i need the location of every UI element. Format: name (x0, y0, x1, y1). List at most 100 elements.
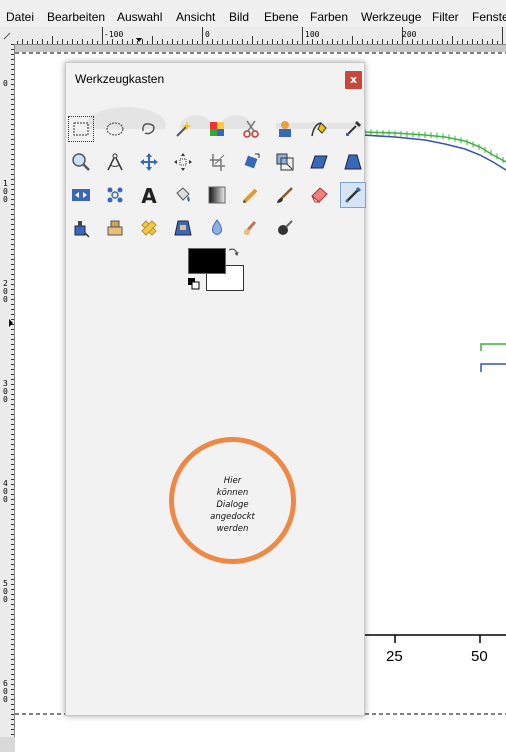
tool-eraser-button[interactable] (306, 182, 332, 208)
tool-measure-button[interactable] (102, 149, 128, 175)
fuzzy-select-icon (176, 121, 192, 137)
vruler-label: 6 0 0 (3, 679, 8, 704)
tool-align-button[interactable] (170, 149, 196, 175)
dock-hint-text: angedockt (210, 512, 255, 522)
toolbox-panel[interactable]: Werkzeugkasten x A Hier können Dialoge a… (65, 62, 366, 716)
menu-bild[interactable]: Bild (229, 10, 249, 24)
color-picker-icon (346, 121, 361, 136)
tool-airbrush-button[interactable] (340, 182, 366, 208)
rotate-icon (244, 153, 260, 169)
vruler-label: 1 0 0 (3, 179, 8, 204)
cage-transform-icon (107, 187, 123, 203)
shear-icon (310, 155, 328, 169)
tool-zoom-button[interactable] (68, 149, 94, 175)
vruler-label: 5 0 0 (3, 579, 8, 604)
bucket-fill-icon (176, 187, 190, 202)
tool-clone-button[interactable] (102, 215, 128, 241)
tool-scale-button[interactable] (272, 149, 298, 175)
hruler-label: 0 (205, 30, 210, 39)
dock-hint-text: Hier (223, 476, 242, 486)
dock-hint-circle: Hier können Dialoge angedockt werden (169, 437, 296, 564)
tool-smudge-button[interactable] (238, 215, 264, 241)
tool-shear-button[interactable] (306, 149, 332, 175)
menu-auswahl[interactable]: Auswahl (117, 10, 162, 24)
tool-rotate-button[interactable] (238, 149, 264, 175)
move-icon (140, 153, 158, 171)
tool-blur-button[interactable] (204, 215, 230, 241)
scale-icon (276, 153, 294, 171)
tool-foreground-select-button[interactable] (272, 116, 298, 142)
align-icon (174, 153, 192, 171)
tool-paths-button[interactable] (306, 116, 332, 142)
vruler-label: 0 (3, 79, 8, 88)
measure-icon (107, 153, 123, 171)
ruler-corner-button[interactable] (0, 27, 15, 45)
x-tick-label: 50 (471, 648, 488, 665)
menubar: Datei Bearbeiten Auswahl Ansicht Bild Eb… (0, 0, 506, 27)
default-colors-icon[interactable] (187, 277, 201, 291)
close-icon[interactable]: x (345, 71, 362, 89)
tool-move-button[interactable] (136, 149, 162, 175)
ellipse-select-icon (106, 122, 124, 136)
x-tick-label: 25 (386, 648, 403, 665)
tool-pencil-button[interactable] (238, 182, 264, 208)
tool-crop-button[interactable] (204, 149, 230, 175)
tool-text-button[interactable]: A (136, 182, 162, 208)
menu-werkzeuge[interactable]: Werkzeuge (361, 10, 421, 24)
tool-fuzzy-select-button[interactable] (170, 116, 196, 142)
tool-free-select-button[interactable] (136, 116, 162, 142)
scissors-select-icon (243, 120, 259, 138)
tool-paintbrush-button[interactable] (272, 182, 298, 208)
perspective-clone-icon (174, 220, 192, 236)
tool-perspective-clone-button[interactable] (170, 215, 196, 241)
tool-color-select-button[interactable] (204, 116, 230, 142)
menu-ebene[interactable]: Ebene (264, 10, 299, 24)
menu-fenster[interactable]: Fenste (472, 10, 506, 24)
heal-icon (141, 220, 157, 236)
blur-icon (212, 219, 222, 235)
free-select-icon (142, 123, 155, 135)
toolbox-title: Werkzeugkasten (75, 72, 165, 86)
tool-dodge-burn-button[interactable] (272, 215, 298, 241)
horizontal-ruler[interactable]: -100 0 100 200 (2, 27, 506, 45)
rect-select-icon (73, 122, 89, 136)
tool-bucket-fill-button[interactable] (170, 182, 196, 208)
tool-perspective-button[interactable] (340, 149, 366, 175)
hruler-label: 200 (402, 30, 417, 39)
eraser-icon (311, 187, 328, 203)
tool-ellipse-select-button[interactable] (102, 116, 128, 142)
tool-ink-button[interactable] (68, 215, 94, 241)
tool-rect-select-button[interactable] (68, 116, 94, 142)
menu-datei[interactable]: Datei (6, 10, 34, 24)
menu-farben[interactable]: Farben (310, 10, 348, 24)
zoom-icon (72, 153, 90, 171)
series-blue-step (480, 363, 506, 372)
tool-cage-transform-button[interactable] (102, 182, 128, 208)
menu-bearbeiten[interactable]: Bearbeiten (47, 10, 105, 24)
horizontal-ruler-ticks (2, 27, 503, 44)
hruler-label: 100 (305, 30, 320, 39)
svg-text:A: A (141, 185, 157, 205)
tool-blend-button[interactable] (204, 182, 230, 208)
tool-flip-button[interactable] (68, 182, 94, 208)
blend-icon (208, 186, 226, 204)
tool-color-picker-button[interactable] (340, 116, 366, 142)
dock-hint-text: Dialoge (216, 500, 249, 510)
ink-icon (74, 221, 90, 238)
ruler-corner-icon (3, 32, 11, 40)
vertical-ruler[interactable]: 0 1 0 0 2 0 0 3 0 0 4 0 0 5 0 0 6 0 0 (0, 44, 15, 737)
swap-colors-icon[interactable] (226, 246, 240, 260)
airbrush-icon (345, 186, 362, 203)
tool-scissors-select-button[interactable] (238, 116, 264, 142)
perspective-icon (344, 154, 362, 170)
dock-hint-text: können (216, 488, 249, 498)
smudge-icon (243, 220, 257, 235)
dodge-burn-icon (278, 220, 293, 235)
menu-ansicht[interactable]: Ansicht (176, 10, 215, 24)
paths-icon (311, 122, 327, 137)
menu-filter[interactable]: Filter (432, 10, 459, 24)
vruler-label: 2 0 0 (3, 279, 8, 304)
series-green-step (480, 343, 506, 351)
tool-heal-button[interactable] (136, 215, 162, 241)
foreground-color-swatch[interactable] (188, 248, 226, 274)
